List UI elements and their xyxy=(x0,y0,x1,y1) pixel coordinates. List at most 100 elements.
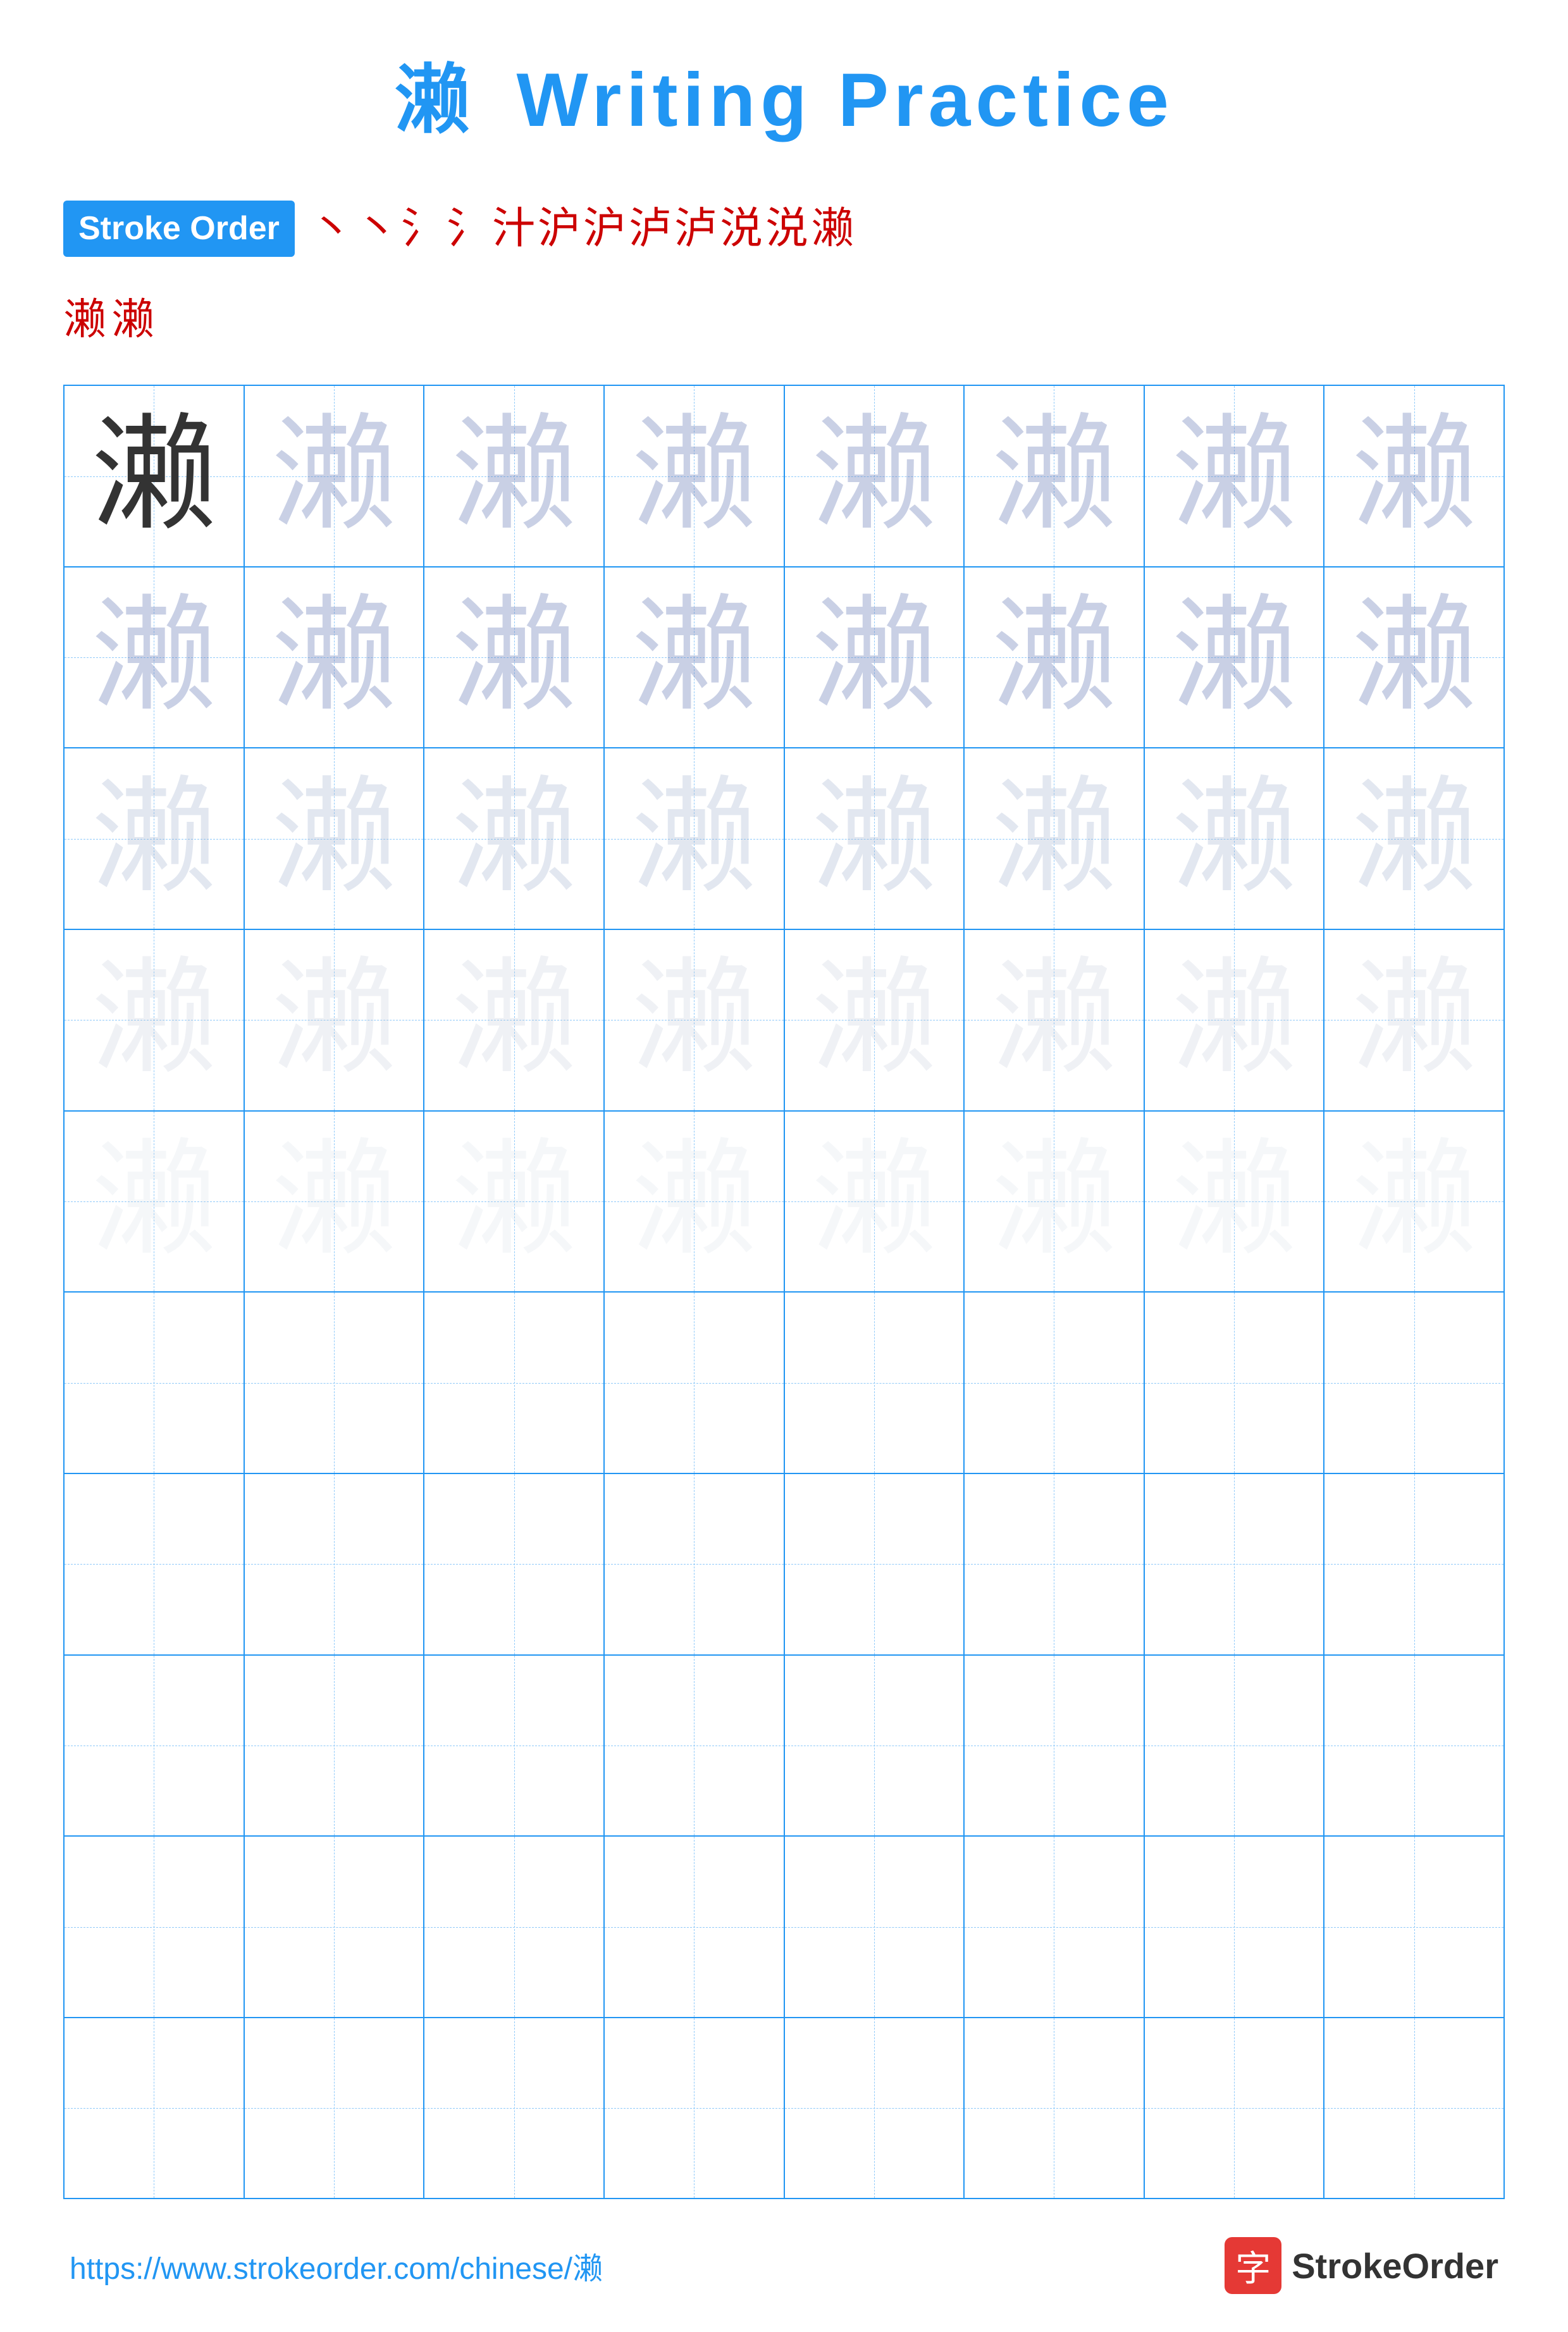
grid-cell xyxy=(1145,2018,1325,2199)
stroke-char: 泸 xyxy=(629,199,672,259)
practice-char: 濑 xyxy=(271,776,397,902)
practice-char: 濑 xyxy=(271,1138,397,1265)
practice-char: 濑 xyxy=(991,957,1117,1083)
stroke-char: 濑 xyxy=(63,284,106,347)
practice-char: 濑 xyxy=(631,594,757,721)
grid-row-light2: 濑 濑 濑 濑 濑 濑 濑 濑 xyxy=(65,748,1503,930)
stroke-order-label: Stroke Order xyxy=(63,201,295,257)
practice-char: 濑 xyxy=(631,1138,757,1265)
grid-cell: 濑 xyxy=(424,386,605,566)
grid-row-light1: 濑 濑 濑 濑 濑 濑 濑 濑 xyxy=(65,567,1503,749)
grid-cell xyxy=(1324,1293,1503,1473)
grid-cell: 濑 xyxy=(65,930,245,1110)
grid-cell: 濑 xyxy=(605,386,785,566)
practice-char: 濑 xyxy=(811,957,937,1083)
practice-char: 濑 xyxy=(811,413,937,540)
practice-grid: 濑 濑 濑 濑 濑 濑 濑 濑 xyxy=(63,385,1505,2199)
grid-cell xyxy=(965,1293,1145,1473)
stroke-char: 沪 xyxy=(538,199,581,259)
grid-cell xyxy=(65,1474,245,1654)
grid-cell xyxy=(424,1474,605,1654)
grid-cell: 濑 xyxy=(424,567,605,748)
practice-char: 濑 xyxy=(811,594,937,721)
practice-char: 濑 xyxy=(1351,413,1478,540)
stroke-char: 丶 xyxy=(355,199,398,259)
grid-row-light4: 濑 濑 濑 濑 濑 濑 濑 濑 xyxy=(65,1112,1503,1293)
grid-cell: 濑 xyxy=(1145,930,1325,1110)
grid-cell xyxy=(424,1837,605,2017)
grid-cell xyxy=(245,2018,425,2199)
grid-cell xyxy=(1145,1293,1325,1473)
grid-row-dark: 濑 濑 濑 濑 濑 濑 濑 濑 xyxy=(65,386,1503,567)
grid-cell: 濑 xyxy=(1145,386,1325,566)
grid-cell xyxy=(1324,1837,1503,2017)
stroke-chars-line2: 濑 濑 xyxy=(63,284,1505,347)
grid-cell xyxy=(65,1293,245,1473)
grid-cell: 濑 xyxy=(65,748,245,929)
practice-char: 濑 xyxy=(90,957,217,1083)
grid-cell: 濑 xyxy=(785,930,965,1110)
grid-cell: 濑 xyxy=(965,748,1145,929)
grid-cell: 濑 xyxy=(965,930,1145,1110)
grid-cell xyxy=(785,1293,965,1473)
grid-cell xyxy=(785,1837,965,2017)
grid-row-empty xyxy=(65,1656,1503,1837)
practice-char: 濑 xyxy=(90,594,217,721)
grid-cell: 濑 xyxy=(605,748,785,929)
grid-cell xyxy=(965,1837,1145,2017)
grid-cell: 濑 xyxy=(245,930,425,1110)
stroke-chars-line1: 丶 丶 氵 氵 汁 沪 沪 泸 泸 涚 涚 濑 xyxy=(310,199,854,259)
footer: https://www.strokeorder.com/chinese/濑 字 … xyxy=(63,2237,1505,2294)
grid-cell xyxy=(785,1656,965,1836)
title-char: 濑 xyxy=(394,58,475,142)
practice-char: 濑 xyxy=(991,413,1117,540)
grid-cell: 濑 xyxy=(1145,567,1325,748)
grid-cell: 濑 xyxy=(245,748,425,929)
grid-cell xyxy=(65,2018,245,2199)
footer-url: https://www.strokeorder.com/chinese/濑 xyxy=(70,2243,603,2288)
grid-cell: 濑 xyxy=(1145,748,1325,929)
practice-char: 濑 xyxy=(451,776,577,902)
practice-char: 濑 xyxy=(991,1138,1117,1265)
grid-cell: 濑 xyxy=(245,1112,425,1292)
grid-cell xyxy=(245,1837,425,2017)
practice-char: 濑 xyxy=(631,413,757,540)
grid-cell: 濑 xyxy=(424,930,605,1110)
grid-cell xyxy=(424,2018,605,2199)
grid-row-empty xyxy=(65,2018,1503,2199)
practice-char: 濑 xyxy=(1351,1138,1478,1265)
practice-char: 濑 xyxy=(1351,776,1478,902)
grid-cell xyxy=(605,1474,785,1654)
grid-cell: 濑 xyxy=(785,1112,965,1292)
grid-cell: 濑 xyxy=(65,567,245,748)
practice-char: 濑 xyxy=(811,1138,937,1265)
grid-cell xyxy=(424,1293,605,1473)
stroke-char: 丶 xyxy=(310,199,353,259)
grid-cell xyxy=(605,1837,785,2017)
practice-char: 濑 xyxy=(1171,776,1297,902)
practice-char: 濑 xyxy=(271,594,397,721)
practice-char: 濑 xyxy=(631,776,757,902)
grid-cell: 濑 xyxy=(785,386,965,566)
grid-row-light3: 濑 濑 濑 濑 濑 濑 濑 濑 xyxy=(65,930,1503,1112)
grid-cell xyxy=(965,2018,1145,2199)
grid-cell xyxy=(245,1293,425,1473)
grid-cell: 濑 xyxy=(965,567,1145,748)
grid-cell: 濑 xyxy=(424,748,605,929)
grid-cell: 濑 xyxy=(245,386,425,566)
stroke-char: 氵 xyxy=(447,199,490,259)
grid-cell: 濑 xyxy=(1324,567,1503,748)
grid-cell xyxy=(965,1656,1145,1836)
grid-cell: 濑 xyxy=(605,930,785,1110)
practice-char: 濑 xyxy=(1171,1138,1297,1265)
grid-cell: 濑 xyxy=(245,567,425,748)
stroke-char: 濑 xyxy=(811,199,854,259)
grid-cell xyxy=(424,1656,605,1836)
stroke-char: 泸 xyxy=(674,199,717,259)
grid-cell: 濑 xyxy=(605,567,785,748)
practice-char: 濑 xyxy=(271,413,397,540)
grid-row-empty xyxy=(65,1474,1503,1656)
practice-char: 濑 xyxy=(451,1138,577,1265)
page-title: 濑 Writing Practice xyxy=(63,38,1505,148)
grid-cell xyxy=(65,1837,245,2017)
